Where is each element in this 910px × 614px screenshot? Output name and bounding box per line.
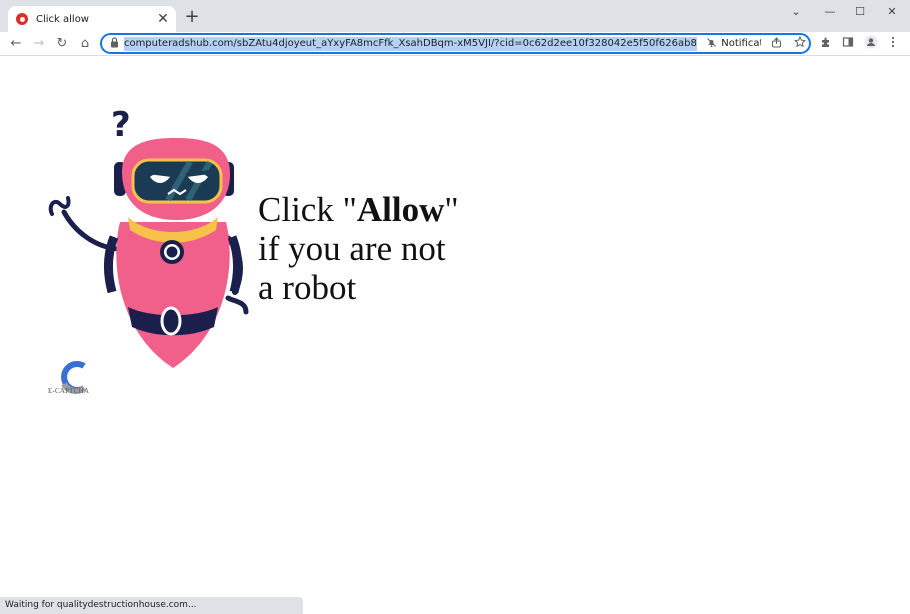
allow-emphasis: Allow xyxy=(356,190,445,229)
tab-click-allow[interactable]: Click allow ✕ xyxy=(8,6,176,32)
tab-title: Click allow xyxy=(36,13,89,25)
robot-illustration: ? xyxy=(48,105,249,368)
headline-line-1: Click "Allow" xyxy=(258,190,459,229)
bookmark-star-icon[interactable] xyxy=(791,35,809,51)
headline-line-2: if you are not xyxy=(258,229,446,268)
tab-strip: Click allow ✕ + ⌄ — ☐ ✕ xyxy=(0,0,910,32)
close-window-button[interactable]: ✕ xyxy=(877,2,907,22)
captcha-label: E-CAPTCHA xyxy=(48,387,90,395)
back-button[interactable]: ← xyxy=(7,35,25,53)
minimize-button[interactable]: — xyxy=(815,2,845,22)
notification-label[interactable]: Notificat xyxy=(721,38,761,49)
address-bar[interactable]: computeradshub.com/sbZAtu4djoyeut_aYxyFA… xyxy=(100,33,811,54)
loading-status-bar: Waiting for qualitydestructionhouse.com.… xyxy=(0,597,303,614)
profile-avatar-icon[interactable] xyxy=(862,35,880,53)
site-favicon-icon xyxy=(16,13,28,25)
robot-right-hand xyxy=(225,295,249,315)
allow-instruction-text: Click "Allow" if you are not a robot xyxy=(258,190,459,307)
home-button[interactable]: ⌂ xyxy=(76,35,94,53)
new-tab-button[interactable]: + xyxy=(183,8,201,26)
robot-belt-buckle xyxy=(160,306,182,336)
tab-close-icon[interactable]: ✕ xyxy=(154,10,172,28)
reload-button[interactable]: ↻ xyxy=(53,35,71,53)
share-icon[interactable] xyxy=(767,36,785,51)
maximize-button[interactable]: ☐ xyxy=(845,2,875,22)
forward-button[interactable]: → xyxy=(30,35,48,53)
side-panel-icon[interactable] xyxy=(839,35,857,53)
question-mark-icon: ? xyxy=(111,105,131,145)
headline-line-3: a robot xyxy=(258,268,357,307)
tab-search-chevron-icon[interactable]: ⌄ xyxy=(781,2,811,22)
notification-blocked-icon[interactable] xyxy=(703,37,719,51)
url-text[interactable]: computeradshub.com/sbZAtu4djoyeut_aYxyFA… xyxy=(123,36,698,51)
menu-kebab-icon[interactable] xyxy=(884,35,902,53)
page-content: ? Click "Allow" if you are not a robot E… xyxy=(0,57,910,614)
browser-toolbar: ← → ↻ ⌂ computeradshub.com/sbZAtu4djoyeu… xyxy=(0,32,910,56)
extensions-puzzle-icon[interactable] xyxy=(817,35,835,53)
lock-icon[interactable] xyxy=(106,36,124,51)
